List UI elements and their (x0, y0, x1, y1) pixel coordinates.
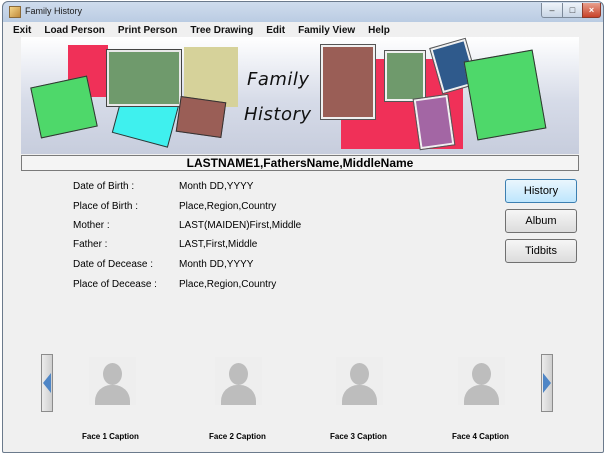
banner-photo-green (30, 75, 98, 139)
decease-place-label: Place of Decease : (73, 279, 157, 290)
birth-date-value: Month DD,YYYY (179, 181, 254, 192)
person-silhouette-body (464, 385, 499, 405)
banner-photo-olive (106, 49, 182, 107)
face-photo-3[interactable] (336, 357, 383, 405)
mother-label: Mother : (73, 220, 110, 231)
face-caption-4: Face 4 Caption (452, 432, 509, 441)
banner-photo-olive-right (384, 50, 426, 102)
scroll-right-button[interactable] (541, 354, 553, 412)
title-bar[interactable]: Family History – □ × (3, 2, 603, 22)
scroll-left-button[interactable] (41, 354, 53, 412)
album-button[interactable]: Album (505, 209, 577, 233)
app-icon (9, 6, 21, 18)
father-value: LAST,First,Middle (179, 239, 258, 250)
face-caption-1: Face 1 Caption (82, 432, 139, 441)
birth-date-label: Date of Birth : (73, 181, 135, 192)
scroll-left-icon (43, 373, 51, 393)
person-silhouette-icon (229, 363, 248, 385)
banner-title-line2: History (244, 104, 312, 125)
birth-place-label: Place of Birth : (73, 201, 139, 212)
face-photo-1[interactable] (89, 357, 136, 405)
tidbits-button[interactable]: Tidbits (505, 239, 577, 263)
banner-title-line1: Family (247, 69, 310, 90)
scroll-right-icon (543, 373, 551, 393)
minimize-button[interactable]: – (541, 3, 563, 18)
face-photo-2[interactable] (215, 357, 262, 405)
menu-print-person[interactable]: Print Person (118, 25, 177, 36)
maximize-button[interactable]: □ (562, 3, 583, 18)
person-silhouette-icon (103, 363, 122, 385)
birth-place-value: Place,Region,Country (179, 201, 277, 212)
close-button[interactable]: × (582, 3, 601, 18)
person-silhouette-icon (350, 363, 369, 385)
person-silhouette-body (221, 385, 256, 405)
father-label: Father : (73, 239, 108, 250)
face-caption-2: Face 2 Caption (209, 432, 266, 441)
menu-family-view[interactable]: Family View (298, 25, 355, 36)
person-silhouette-icon (472, 363, 491, 385)
history-button[interactable]: History (505, 179, 577, 203)
face-photo-4[interactable] (458, 357, 505, 405)
banner-photo-brown (175, 95, 227, 139)
mother-value: LAST(MAIDEN)First,Middle (179, 220, 302, 231)
decease-date-label: Date of Decease : (73, 259, 154, 270)
person-silhouette-body (95, 385, 130, 405)
menu-exit[interactable]: Exit (13, 25, 31, 36)
menu-tree-drawing[interactable]: Tree Drawing (190, 25, 253, 36)
decease-place-value: Place,Region,Country (179, 279, 277, 290)
person-silhouette-body (342, 385, 377, 405)
menu-load-person[interactable]: Load Person (44, 25, 105, 36)
family-history-banner: Family History (21, 37, 579, 154)
decease-date-value: Month DD,YYYY (179, 259, 254, 270)
banner-photo-brown-right (320, 44, 376, 120)
menu-edit[interactable]: Edit (266, 25, 285, 36)
banner-photo-purple (412, 93, 456, 151)
banner-photo-green-right (463, 49, 547, 141)
face-caption-3: Face 3 Caption (330, 432, 387, 441)
window-title: Family History (25, 6, 83, 16)
menu-help[interactable]: Help (368, 25, 390, 36)
person-name-bar: LASTNAME1,FathersName,MiddleName (21, 155, 579, 171)
